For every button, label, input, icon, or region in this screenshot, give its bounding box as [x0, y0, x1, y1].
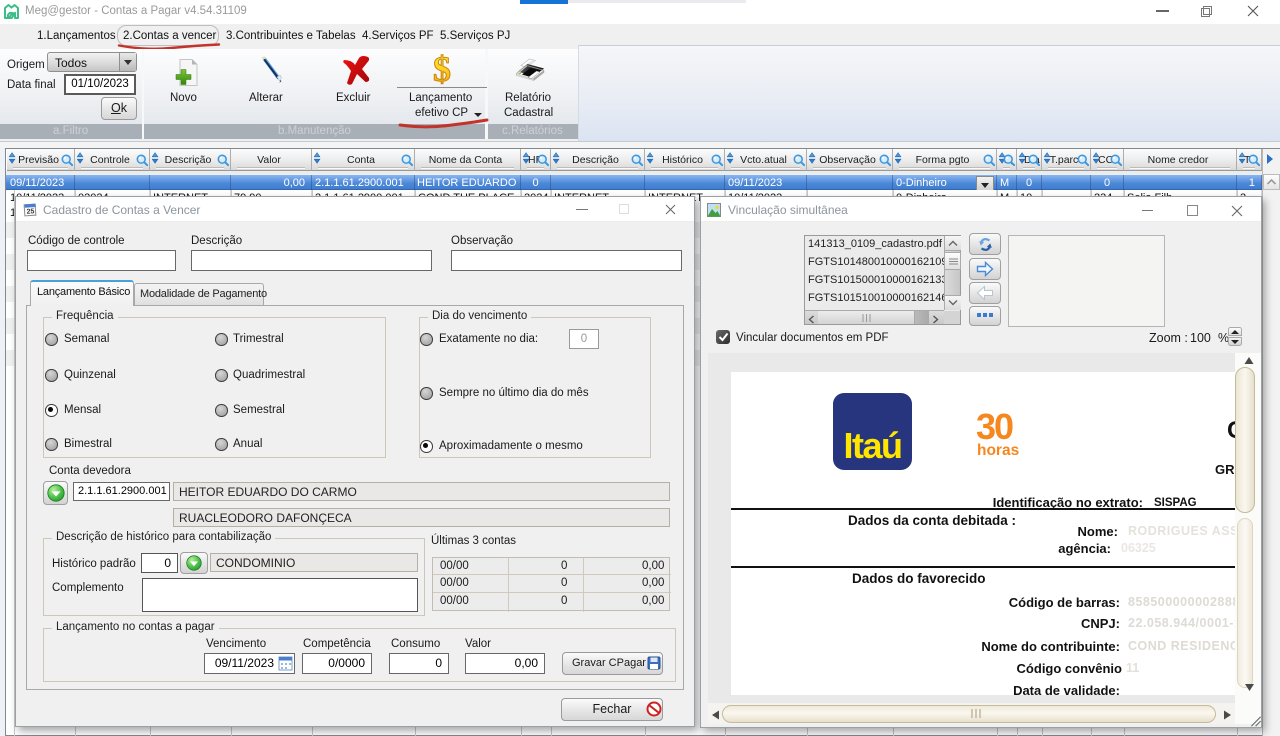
svg-text:25: 25 [26, 208, 34, 216]
svg-text:$: $ [433, 51, 451, 87]
